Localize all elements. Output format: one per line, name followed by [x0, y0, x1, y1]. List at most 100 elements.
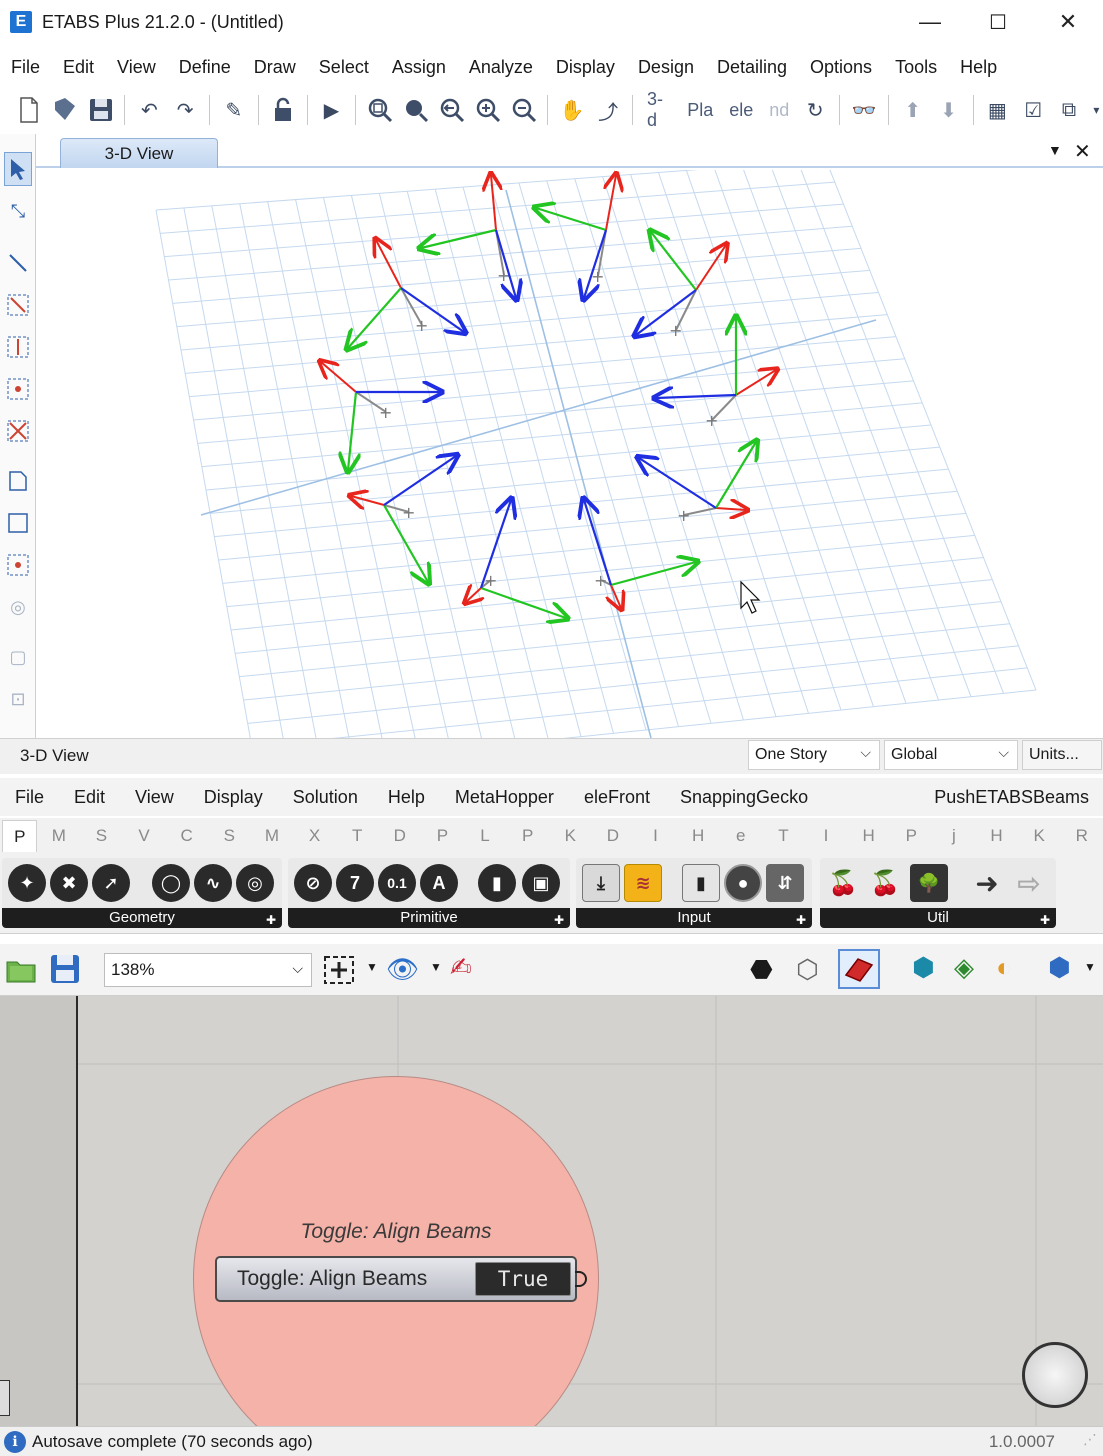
- tab-sets[interactable]: S: [80, 826, 123, 846]
- tab-list-chevron-icon[interactable]: ▼: [1048, 142, 1062, 158]
- circle-param-icon[interactable]: ◯: [152, 864, 190, 902]
- curve-param-icon[interactable]: ∿: [194, 864, 232, 902]
- geometry-pipeline-icon[interactable]: ➚: [92, 864, 130, 902]
- close-view-icon[interactable]: ✕: [1074, 139, 1091, 164]
- tab-curve[interactable]: C: [165, 826, 208, 846]
- zoom-previous-icon[interactable]: [437, 94, 467, 126]
- expand-group-icon[interactable]: ✚: [796, 913, 806, 927]
- canvas-navigator-widget[interactable]: [1022, 1342, 1088, 1408]
- undo-icon[interactable]: ↶: [134, 94, 164, 126]
- save-model-icon[interactable]: [86, 94, 116, 126]
- zoom-extents-icon[interactable]: [401, 94, 431, 126]
- save-file-icon[interactable]: [48, 952, 82, 986]
- model-3d-canvas[interactable]: + +++++++++: [36, 170, 1103, 738]
- tab-plugin-p3[interactable]: P: [890, 826, 933, 846]
- menu-analyze[interactable]: Analyze: [458, 57, 545, 78]
- draw-opening-icon[interactable]: ▢: [4, 640, 32, 674]
- tab-plugin-h3[interactable]: H: [975, 826, 1018, 846]
- tab-plugin-d[interactable]: D: [592, 826, 635, 846]
- info-icon[interactable]: ℹ: [4, 1430, 26, 1453]
- draw-beam-icon[interactable]: [4, 288, 32, 322]
- menu-options[interactable]: Options: [799, 57, 884, 78]
- cherry-picker-icon[interactable]: 🍒: [824, 864, 862, 902]
- rotate-view-icon[interactable]: ⤴: [593, 94, 623, 126]
- maximize-button[interactable]: ☐: [964, 0, 1032, 44]
- tab-plugin-k2[interactable]: K: [1018, 826, 1061, 846]
- domain-param-icon[interactable]: ▮: [478, 864, 516, 902]
- preview-eye-icon[interactable]: 👁: [386, 954, 419, 985]
- data-tree-icon[interactable]: 🌳: [910, 864, 948, 902]
- sketch-pen-icon[interactable]: ✍: [450, 952, 472, 983]
- cherry-picker-alt-icon[interactable]: 🍒: [866, 864, 904, 902]
- view-3d-button[interactable]: 3-d: [642, 89, 676, 131]
- reshape-pointer-icon[interactable]: ⤡: [4, 194, 32, 228]
- grasshopper-canvas[interactable]: Toggle: Align Beams Toggle: Align Beams …: [0, 996, 1103, 1426]
- gh-menu-view[interactable]: View: [120, 787, 189, 808]
- gh-menu-edit[interactable]: Edit: [59, 787, 120, 808]
- toolbar-more-chevron-icon[interactable]: ▾: [1090, 94, 1103, 126]
- resize-grip-icon[interactable]: ⋰: [1083, 1431, 1097, 1448]
- plan-view-button[interactable]: Pla: [682, 100, 718, 121]
- arrow-right-outline-icon[interactable]: ⇨: [1010, 864, 1048, 902]
- draw-floor-icon[interactable]: [4, 464, 32, 498]
- zoom-out-icon[interactable]: [509, 94, 539, 126]
- draw-point-area-icon[interactable]: [4, 548, 32, 582]
- close-button[interactable]: ✕: [1034, 0, 1102, 44]
- gh-menu-help[interactable]: Help: [373, 787, 440, 808]
- data-path-param-icon[interactable]: ▣: [522, 864, 560, 902]
- draw-column-icon[interactable]: [4, 330, 32, 364]
- gh-menu-pushetabsbeams[interactable]: PushETABSBeams: [919, 787, 1103, 808]
- mesh-settings-icon[interactable]: ⬢: [1048, 952, 1071, 983]
- edit-pen-icon[interactable]: ✎: [219, 94, 249, 126]
- tab-plugin-i2[interactable]: I: [805, 826, 848, 846]
- tab-plugin-p2[interactable]: P: [506, 826, 549, 846]
- menu-display[interactable]: Display: [545, 57, 627, 78]
- gh-menu-solution[interactable]: Solution: [278, 787, 373, 808]
- menu-file[interactable]: File: [0, 57, 52, 78]
- tab-plugin-l[interactable]: L: [464, 826, 507, 846]
- menu-tools[interactable]: Tools: [884, 57, 949, 78]
- move-down-icon[interactable]: ⬇: [934, 94, 964, 126]
- toggle-value[interactable]: True: [475, 1262, 571, 1296]
- minimize-button[interactable]: —: [896, 0, 964, 44]
- draw-wall-icon[interactable]: ◎: [4, 590, 32, 624]
- zoom-extents-canvas-icon[interactable]: [322, 954, 358, 986]
- menu-edit[interactable]: Edit: [52, 57, 106, 78]
- zoom-in-icon[interactable]: [473, 94, 503, 126]
- gradient-bake-icon[interactable]: ◈: [954, 952, 974, 983]
- tab-plugin-r[interactable]: R: [1060, 826, 1103, 846]
- tab-plugin-h[interactable]: H: [677, 826, 720, 846]
- tab-plugin-p1[interactable]: P: [421, 826, 464, 846]
- draw-brace-icon[interactable]: [4, 414, 32, 448]
- preview-shaded-icon[interactable]: ⬡: [796, 954, 819, 985]
- value-list-input-icon[interactable]: ⇵: [766, 864, 804, 902]
- gh-menu-elefront[interactable]: eleFront: [569, 787, 665, 808]
- boolean-param-icon[interactable]: ⊘: [294, 864, 332, 902]
- move-up-icon[interactable]: ⬆: [898, 94, 928, 126]
- menu-assign[interactable]: Assign: [381, 57, 458, 78]
- tab-maths[interactable]: M: [37, 826, 80, 846]
- geometry-param-icon[interactable]: ✦: [8, 864, 46, 902]
- run-analysis-icon[interactable]: ▶: [317, 94, 347, 126]
- elevation-view-button[interactable]: ele: [724, 100, 758, 121]
- coordinate-system-combo[interactable]: Global ⌵: [884, 740, 1018, 770]
- zoom-combo[interactable]: 138% ⌵: [104, 953, 312, 987]
- new-model-icon[interactable]: [14, 94, 44, 126]
- expand-group-icon[interactable]: ✚: [1040, 913, 1050, 927]
- tab-vector[interactable]: V: [123, 826, 166, 846]
- panel-handle[interactable]: [0, 1380, 10, 1416]
- nd-view-button[interactable]: nd: [764, 100, 794, 121]
- story-combo[interactable]: One Story ⌵: [748, 740, 880, 770]
- gradient-input-icon[interactable]: ≋: [624, 864, 662, 902]
- arrow-right-solid-icon[interactable]: ➜: [968, 864, 1006, 902]
- tab-intersect[interactable]: X: [293, 826, 336, 846]
- tab-params[interactable]: P: [2, 820, 38, 852]
- tab-mesh[interactable]: M: [251, 826, 294, 846]
- check-model-icon[interactable]: ☑: [1018, 94, 1048, 126]
- draw-rectangle-area-icon[interactable]: [4, 506, 32, 540]
- boolean-toggle[interactable]: Toggle: Align Beams True: [215, 1256, 577, 1302]
- zoom-options-chevron-icon[interactable]: ▼: [366, 960, 378, 974]
- open-model-icon[interactable]: [50, 94, 80, 126]
- tab-plugin-i[interactable]: I: [634, 826, 677, 846]
- display-options-icon[interactable]: ▦: [982, 94, 1012, 126]
